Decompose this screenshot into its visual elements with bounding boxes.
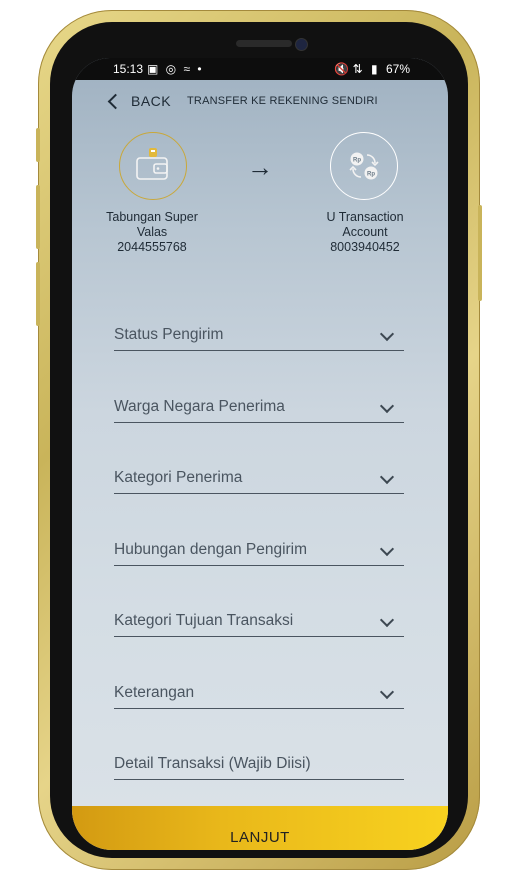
phone-volume-up [36,185,40,249]
signal-icon: ▮ [371,62,378,76]
arrow-right-icon: → [247,152,273,182]
source-account-name-1: Tabungan Super [106,210,198,224]
phone-power-button [478,205,482,301]
status-right: 🔇 ⇅ ▮ 67% [329,62,410,76]
phone-camera [295,38,308,51]
field-label: Kategori Tujuan Transaksi [114,612,294,629]
lanjut-label: LANJUT [230,829,290,846]
system-icons: 🔇 ⇅ [334,62,363,76]
source-account-info: Tabungan Super Valas 2044555768 [87,210,217,255]
lanjut-button[interactable]: LANJUT [72,806,448,850]
warga-negara-penerima-select[interactable]: Warga Negara Penerima [114,394,404,423]
currency-exchange-icon: Rp Rp [349,152,379,180]
source-account-icon [119,132,187,200]
chevron-down-icon [379,398,395,414]
field-label: Status Pengirim [114,326,224,343]
field-label: Kategori Penerima [114,469,243,486]
source-account-name-2: Valas [136,225,168,239]
field-label: Warga Negara Penerima [114,398,285,415]
chevron-down-icon [379,469,395,485]
app-screen: 15:13 ▣ ◎ ≈ • 🔇 ⇅ ▮ 67% BACK TRANSFER KE… [72,58,448,850]
dest-account-name-2: Account [342,225,388,239]
battery-level: 67% [385,62,410,76]
status-pengirim-select[interactable]: Status Pengirim [114,322,404,351]
dest-account-info: U Transaction Account 8003940452 [300,210,430,255]
field-label: Hubungan dengan Pengirim [114,541,308,558]
dest-account-number: 8003940452 [330,240,400,254]
keterangan-select[interactable]: Keterangan [114,680,404,709]
page-title: TRANSFER KE REKENING SENDIRI [187,95,378,107]
field-label: Keterangan [114,684,195,701]
hubungan-dengan-pengirim-select[interactable]: Hubungan dengan Pengirim [114,537,404,566]
chevron-down-icon [379,326,395,342]
dest-account-icon: Rp Rp [330,132,398,200]
phone-speaker [236,40,292,47]
chevron-down-icon [379,612,395,628]
status-time: 15:13 [113,62,144,76]
svg-text:Rp: Rp [353,158,361,164]
chevron-left-icon [107,93,124,109]
notification-icons: ▣ ◎ ≈ • [147,62,204,76]
status-bar: 15:13 ▣ ◎ ≈ • 🔇 ⇅ ▮ 67% [72,58,448,80]
dest-account-name-1: U Transaction [326,210,404,224]
phone-side-button [36,128,40,162]
phone-volume-down [36,262,40,326]
detail-transaksi-input[interactable]: Detail Transaksi (Wajib Diisi) [114,751,404,780]
top-bar: BACK TRANSFER KE REKENING SENDIRI [72,90,448,114]
kategori-penerima-select[interactable]: Kategori Penerima [114,465,404,494]
chevron-down-icon [379,684,395,700]
svg-text:Rp: Rp [367,172,375,178]
wallet-icon [136,148,168,180]
source-account-number: 2044555768 [117,240,187,254]
back-label: BACK [131,93,172,109]
back-button[interactable]: BACK [107,90,172,112]
chevron-down-icon [379,541,395,557]
field-placeholder: Detail Transaksi (Wajib Diisi) [114,755,311,772]
kategori-tujuan-transaksi-select[interactable]: Kategori Tujuan Transaksi [114,608,404,637]
